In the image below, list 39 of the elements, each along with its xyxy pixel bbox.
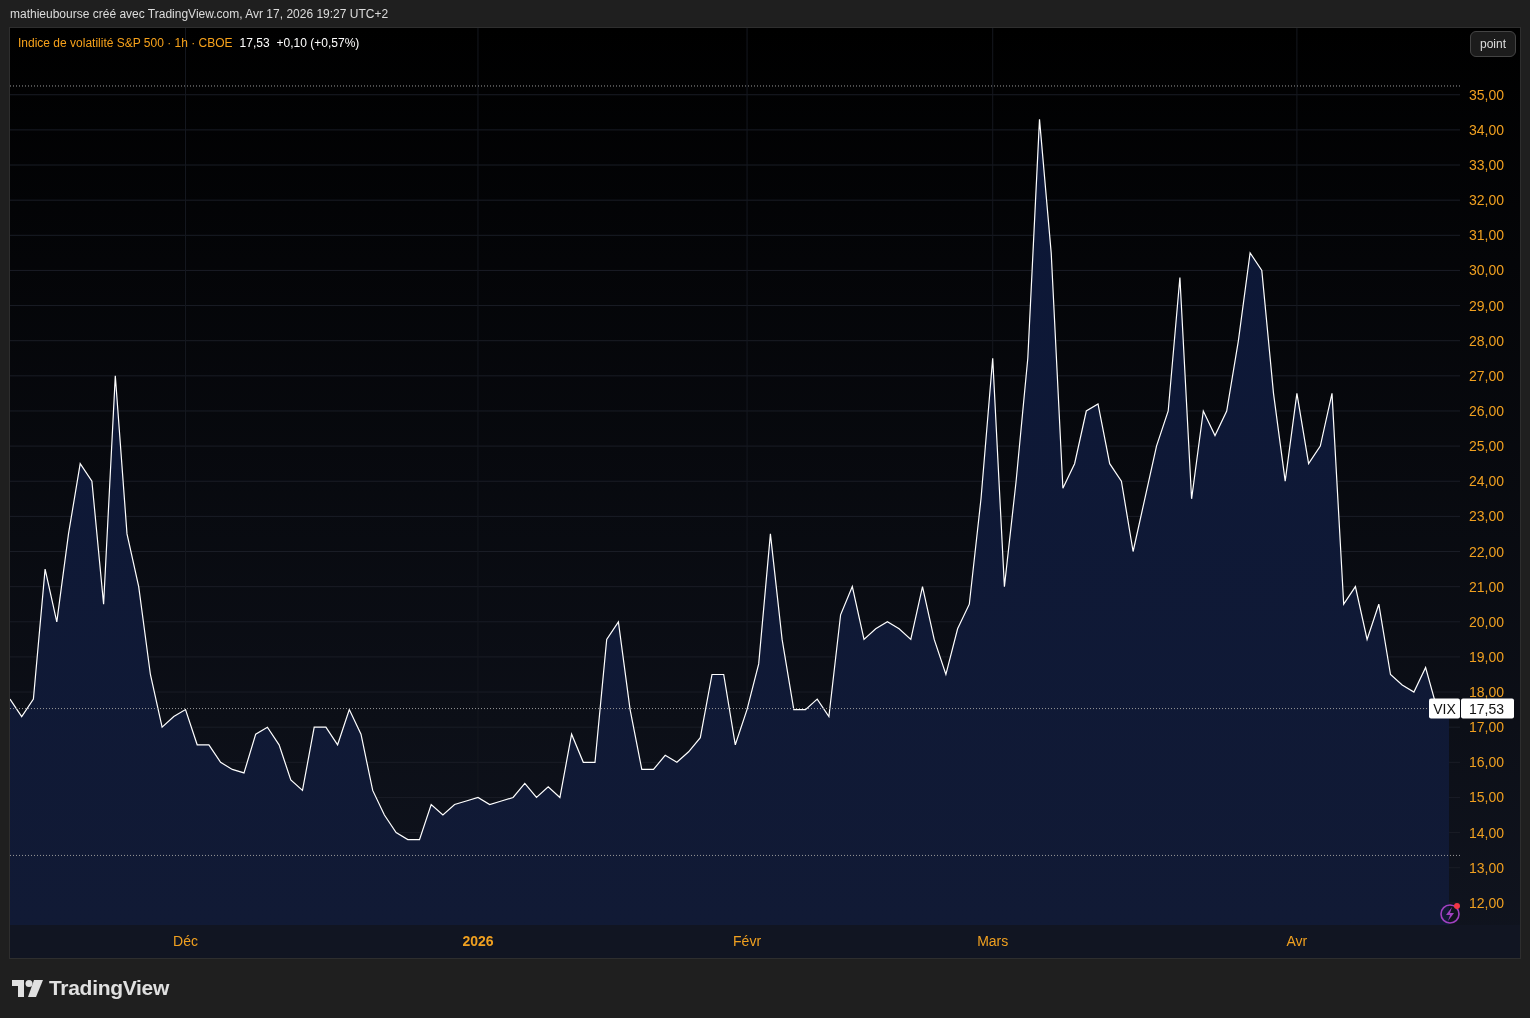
price-tick: 34,00 <box>1469 121 1505 138</box>
price-tick: 31,00 <box>1469 227 1505 244</box>
time-tick: 2026 <box>462 933 494 949</box>
price-tick: 14,00 <box>1469 824 1505 841</box>
chart-caption: mathieubourse créé avec TradingView.com, Avr 17, 2026 19:27 UTC+2 <box>10 7 389 21</box>
time-tick: Déc <box>173 933 198 949</box>
price-tick: 25,00 <box>1469 438 1505 455</box>
price-tick: 13,00 <box>1469 859 1505 876</box>
price-tick: 15,00 <box>1469 789 1505 806</box>
time-tick: Mars <box>977 933 1009 949</box>
symbol-title: Indice de volatilité S&P 500 · 1h · CBOE <box>18 36 233 50</box>
price-tick: 26,00 <box>1469 402 1505 419</box>
symbol-label: VIX <box>1429 698 1460 719</box>
price-tick: 22,00 <box>1469 543 1505 560</box>
price-tick: 19,00 <box>1469 648 1505 665</box>
price-tick: 28,00 <box>1469 332 1505 349</box>
price-tick: 16,00 <box>1469 754 1505 771</box>
price-tick: 23,00 <box>1469 508 1505 525</box>
price-tick: 20,00 <box>1469 613 1505 630</box>
price-tick: 29,00 <box>1469 297 1505 314</box>
price-tick: 21,00 <box>1469 578 1505 595</box>
last-price: 17,53 <box>239 36 270 50</box>
price-label: 17,53 <box>1461 698 1514 719</box>
price-change: +0,10 (+0,57%) <box>276 36 360 50</box>
price-tick: 33,00 <box>1469 157 1505 174</box>
price-tick: 17,00 <box>1469 719 1505 736</box>
scale-button[interactable]: point <box>1469 31 1516 57</box>
price-tick: 27,00 <box>1469 367 1505 384</box>
price-tick: 12,00 <box>1469 894 1505 911</box>
price-tick: 24,00 <box>1469 473 1505 490</box>
time-tick: Févr <box>733 933 762 949</box>
time-tick: Avr <box>1286 933 1308 949</box>
logo-icon <box>12 979 43 997</box>
lightning-icon[interactable] <box>1440 903 1460 924</box>
price-tick: 18,00 <box>1469 684 1505 701</box>
price-tick: 32,00 <box>1469 192 1505 209</box>
price-tick: 35,00 <box>1469 86 1505 103</box>
price-tick: 30,00 <box>1469 262 1505 279</box>
brand-name: TradingView <box>49 976 169 1000</box>
